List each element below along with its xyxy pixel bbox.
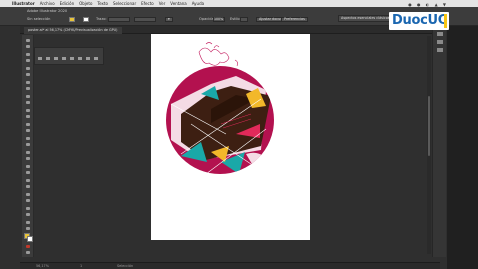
rotate-tool-icon[interactable] xyxy=(26,123,30,126)
eyedropper-tool-icon[interactable] xyxy=(26,179,30,182)
zoom-level[interactable]: 56,17% xyxy=(36,263,49,269)
tool-slot-icon[interactable] xyxy=(86,57,90,60)
artboard-tool-icon[interactable] xyxy=(26,207,30,210)
properties-panel-icon[interactable] xyxy=(437,32,443,36)
tool-slot-icon[interactable] xyxy=(94,57,98,60)
magic-wand-tool-icon[interactable] xyxy=(26,53,30,56)
floating-tool-panel xyxy=(34,47,104,65)
gradient-tool-icon[interactable] xyxy=(26,171,30,174)
desktop-edge xyxy=(447,26,478,269)
current-tool-status: Selección xyxy=(117,264,134,268)
tab-document[interactable]: poster.ai* al 56,17% (CMYK/Previsualizac… xyxy=(24,27,122,34)
artboard-number[interactable]: 1 xyxy=(80,263,82,269)
variable-width-field[interactable] xyxy=(134,17,156,22)
paintbrush-tool-icon[interactable] xyxy=(26,101,30,104)
menu-ayuda[interactable]: Ayuda xyxy=(192,0,204,7)
scale-tool-icon[interactable] xyxy=(26,129,30,132)
menu-seleccionar[interactable]: Seleccionar xyxy=(113,0,136,7)
tool-slot-icon[interactable] xyxy=(70,57,74,60)
tool-slot-icon[interactable] xyxy=(62,57,66,60)
layers-panel-icon[interactable] xyxy=(437,40,443,44)
stroke-label: Trazo: xyxy=(96,17,107,21)
tool-slot-icon[interactable] xyxy=(38,57,42,60)
drawing-mode-icon[interactable] xyxy=(26,251,30,254)
menu-ventana[interactable]: Ventana xyxy=(170,0,186,7)
menu-objeto[interactable]: Objeto xyxy=(79,0,92,7)
zoom-tool-icon[interactable] xyxy=(26,227,30,230)
perspective-tool-icon[interactable] xyxy=(26,157,30,160)
tool-slot-icon[interactable] xyxy=(78,57,82,60)
free-transform-tool-icon[interactable] xyxy=(26,143,30,146)
slice-tool-icon[interactable] xyxy=(26,213,30,216)
rectangle-tool-icon[interactable] xyxy=(26,95,30,98)
tool-slot-icon[interactable] xyxy=(54,57,58,60)
selection-tool-icon[interactable] xyxy=(26,39,30,42)
menu-app-name[interactable]: Illustrator xyxy=(12,0,35,7)
menu-texto[interactable]: Texto xyxy=(97,0,108,7)
menu-efecto[interactable]: Efecto xyxy=(141,0,154,7)
direct-selection-tool-icon[interactable] xyxy=(26,45,30,48)
curvature-tool-icon[interactable] xyxy=(26,73,30,76)
menu-ver[interactable]: Ver xyxy=(159,0,166,7)
shape-builder-tool-icon[interactable] xyxy=(26,151,30,154)
blend-tool-icon[interactable] xyxy=(26,185,30,188)
right-panel-dock xyxy=(432,26,446,257)
floating-tool-row xyxy=(38,57,98,60)
style-field[interactable] xyxy=(240,17,248,22)
workspace-switcher[interactable]: Aspectos esenciales clásicos xyxy=(338,15,390,22)
poster-artwork xyxy=(166,42,274,174)
stroke-swatch[interactable] xyxy=(83,17,89,22)
fill-swatch[interactable] xyxy=(69,17,75,22)
hand-tool-icon[interactable] xyxy=(26,221,30,224)
menu-items: Illustrator Archivo Edición Objeto Texto… xyxy=(12,0,204,7)
vertical-scrollbar[interactable] xyxy=(427,36,431,254)
pink-splash-outline xyxy=(198,42,238,67)
prefs-button[interactable]: Preferencias xyxy=(281,17,308,22)
window-title: Adobe Illustrator 2020 xyxy=(27,9,68,13)
none-color-icon[interactable] xyxy=(26,245,30,248)
menubar: Illustrator Archivo Edición Objeto Texto… xyxy=(0,0,478,7)
duocuc-logo: DuocUC xyxy=(389,12,449,30)
brush-dropdown[interactable]: ▾ xyxy=(165,17,173,22)
lasso-tool-icon[interactable] xyxy=(26,59,30,62)
selection-status: Sin selección xyxy=(27,17,51,21)
opacity-field[interactable]: 100% xyxy=(213,17,225,22)
logo-yellow-bar xyxy=(444,14,447,28)
tool-slot-icon[interactable] xyxy=(46,57,50,60)
type-tool-icon[interactable] xyxy=(26,81,30,84)
eraser-tool-icon[interactable] xyxy=(26,115,30,118)
stroke-field[interactable] xyxy=(108,17,130,22)
line-tool-icon[interactable] xyxy=(26,87,30,90)
document-tabbar: poster.ai* al 56,17% (CMYK/Previsualizac… xyxy=(20,26,435,34)
graph-tool-icon[interactable] xyxy=(26,199,30,202)
mesh-tool-icon[interactable] xyxy=(26,165,30,168)
scrollbar-thumb[interactable] xyxy=(428,96,430,156)
pen-tool-icon[interactable] xyxy=(26,67,30,70)
menu-edicion[interactable]: Edición xyxy=(60,0,74,7)
menu-archivo[interactable]: Archivo xyxy=(40,0,55,7)
artboard[interactable] xyxy=(151,34,310,240)
symbol-sprayer-tool-icon[interactable] xyxy=(26,193,30,196)
logo-text: DuocUC xyxy=(392,13,447,29)
libraries-panel-icon[interactable] xyxy=(437,48,443,52)
width-tool-icon[interactable] xyxy=(26,137,30,140)
logo-text-duoc: Duoc xyxy=(392,13,428,28)
status-bar: 56,17% 1 Selección xyxy=(20,262,440,269)
stroke-color-icon[interactable] xyxy=(27,236,33,242)
tools-panel xyxy=(22,35,34,257)
pencil-tool-icon[interactable] xyxy=(26,109,30,112)
